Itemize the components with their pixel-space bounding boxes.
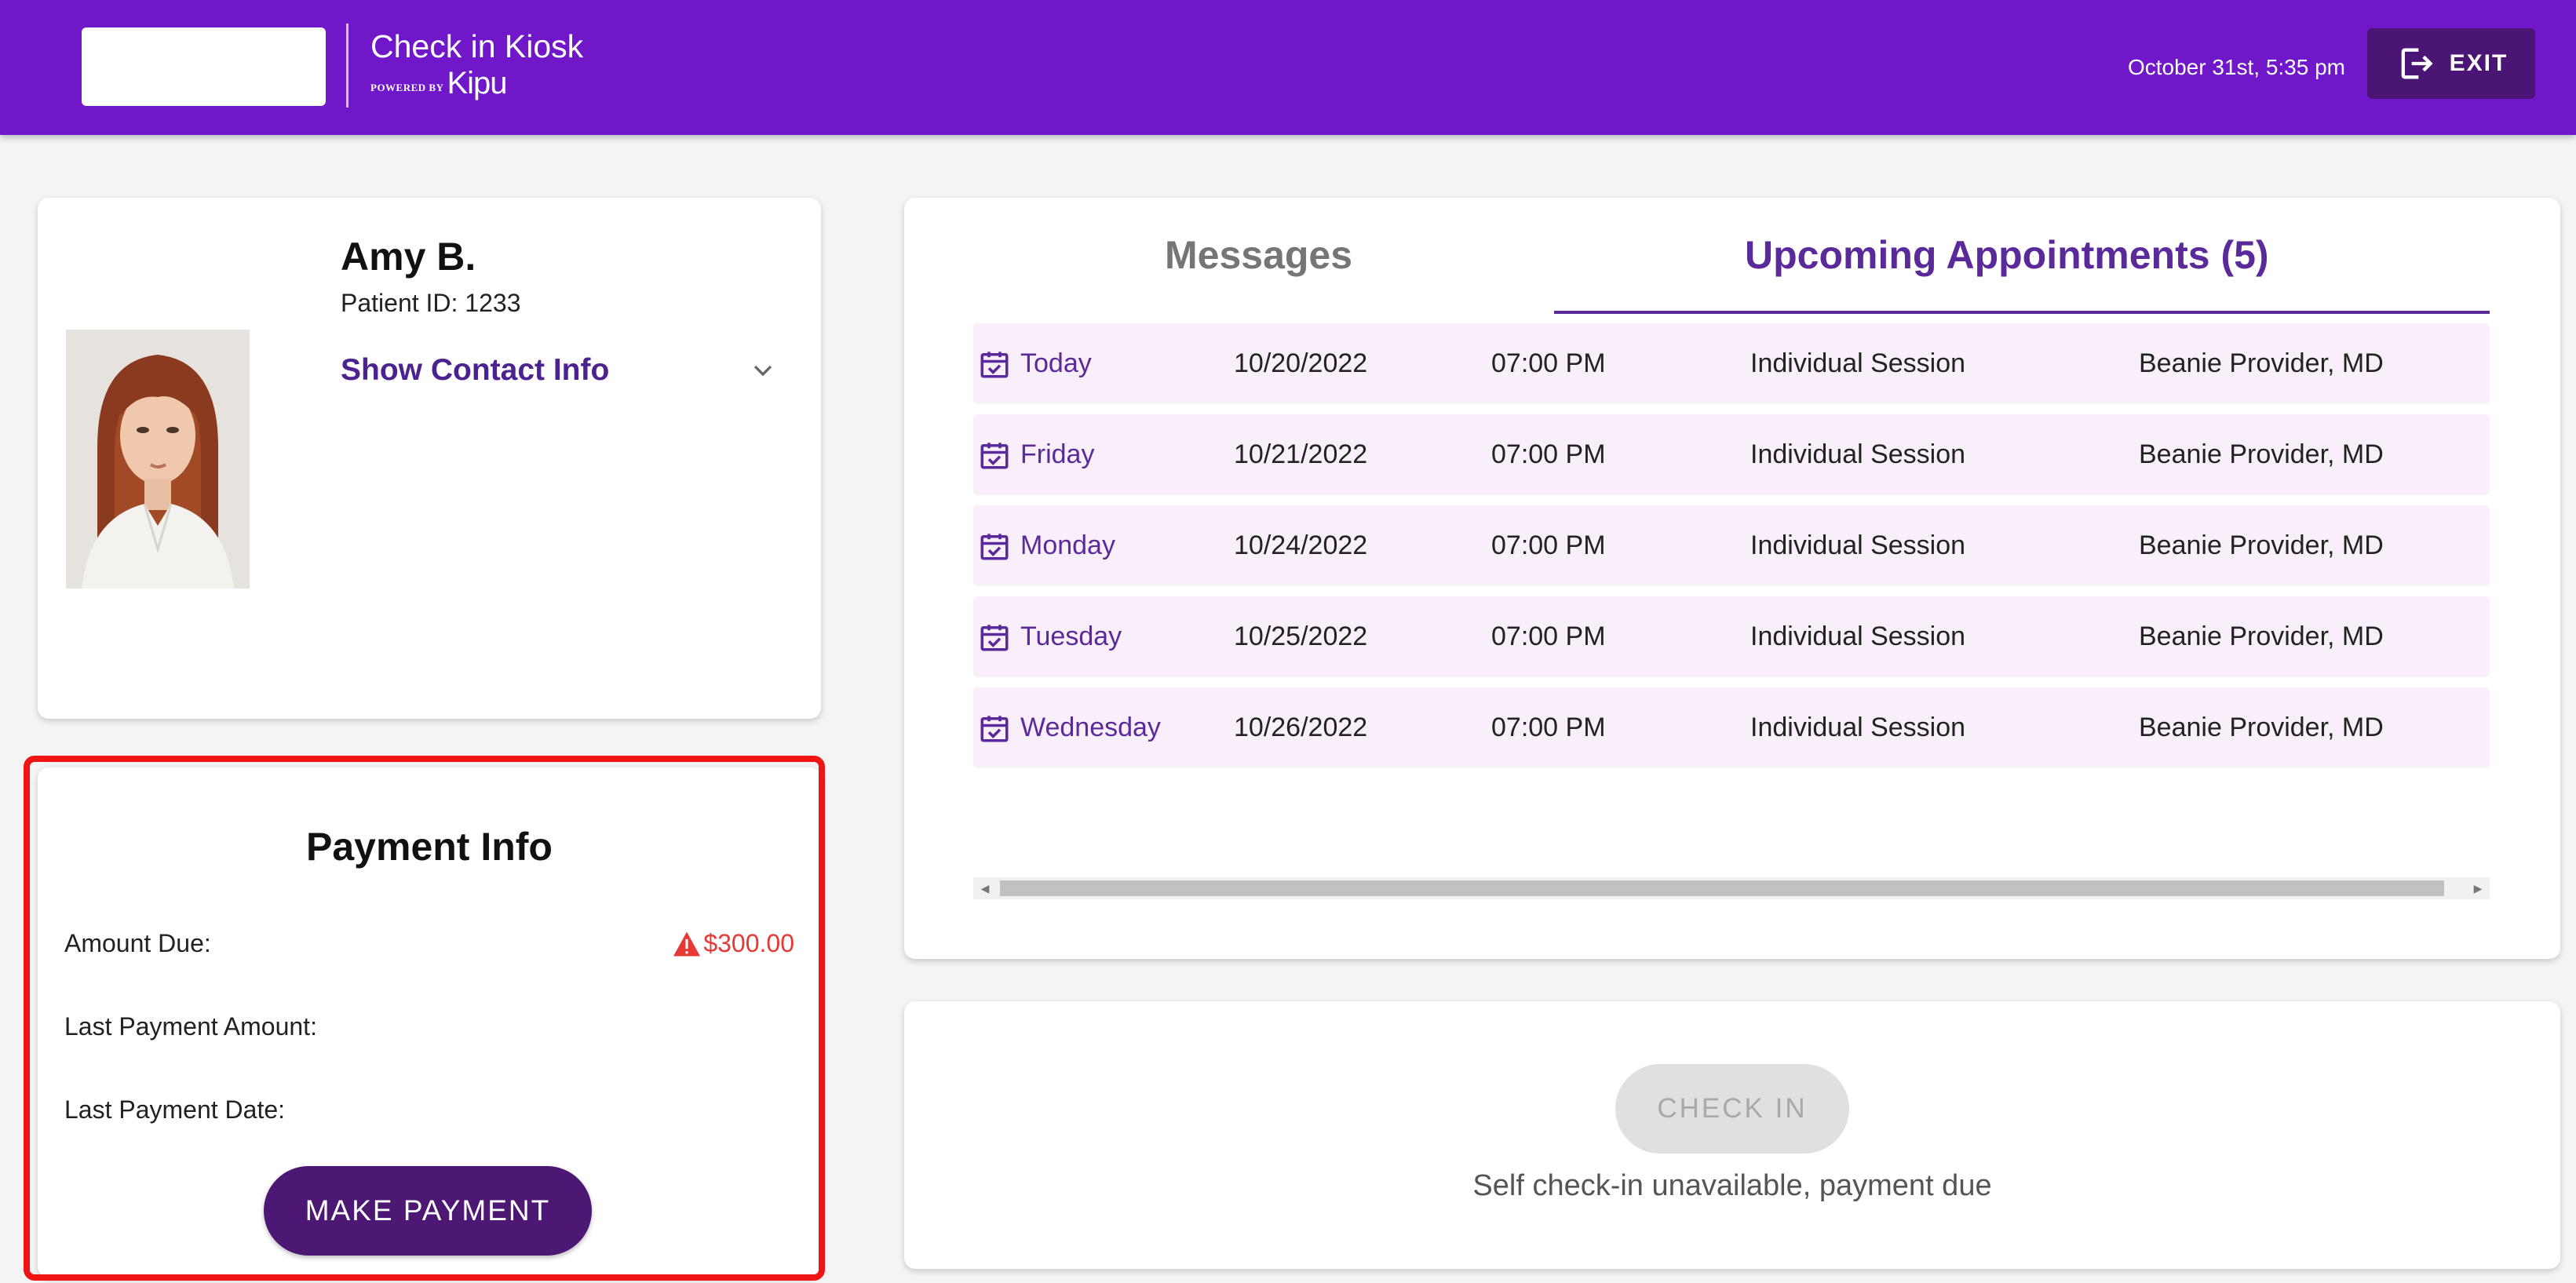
- tab-messages[interactable]: Messages: [1165, 232, 1352, 278]
- appointment-day-cell: Today: [978, 323, 1092, 404]
- header-divider: [346, 24, 348, 108]
- appointment-date: 10/25/2022: [1234, 621, 1368, 651]
- check-in-status-note: Self check-in unavailable, payment due: [1472, 1169, 1992, 1202]
- appointment-day: Wednesday: [1020, 713, 1161, 742]
- appointment-date: 10/26/2022: [1234, 713, 1368, 742]
- patient-id: Patient ID: 1233: [341, 289, 521, 317]
- appointment-day: Monday: [1020, 530, 1115, 560]
- appointment-day: Today: [1020, 348, 1092, 378]
- check-in-button[interactable]: CHECK IN: [1615, 1064, 1849, 1154]
- last-payment-date-row: Last Payment Date:: [64, 1095, 794, 1124]
- horizontal-scrollbar[interactable]: ◀ ▶: [973, 877, 2490, 899]
- last-payment-amount-label: Last Payment Amount:: [64, 1012, 317, 1041]
- appointment-type: Individual Session: [1750, 530, 1966, 560]
- make-payment-button[interactable]: MAKE PAYMENT: [264, 1166, 592, 1256]
- appointment-row[interactable]: Tuesday 10/25/2022 07:00 PM Individual S…: [973, 596, 2490, 677]
- appointment-row[interactable]: Monday 10/24/2022 07:00 PM Individual Se…: [973, 505, 2490, 586]
- appointment-day-cell: Friday: [978, 414, 1094, 495]
- appointment-date: 10/20/2022: [1234, 348, 1368, 378]
- exit-button[interactable]: EXIT: [2367, 28, 2535, 99]
- appointment-provider: Beanie Provider, MD: [2139, 713, 2384, 742]
- exit-label: EXIT: [2449, 50, 2508, 76]
- patient-name: Amy B.: [341, 235, 476, 279]
- powered-by: POWERED BY Kipu: [370, 66, 508, 101]
- appointment-day-cell: Tuesday: [978, 596, 1122, 677]
- messages-appointments-card: Messages Upcoming Appointments (5) Today…: [904, 198, 2560, 959]
- appointment-day-cell: Wednesday: [978, 687, 1161, 768]
- appointment-date: 10/21/2022: [1234, 439, 1368, 469]
- last-payment-amount-row: Last Payment Amount:: [64, 1012, 794, 1041]
- appointment-provider: Beanie Provider, MD: [2139, 348, 2384, 378]
- scroll-right-arrow-icon[interactable]: ▶: [2466, 877, 2490, 899]
- appointment-row[interactable]: Wednesday 10/26/2022 07:00 PM Individual…: [973, 687, 2490, 768]
- appointment-time: 07:00 PM: [1491, 439, 1606, 469]
- show-contact-info-toggle[interactable]: Show Contact Info: [341, 348, 780, 392]
- appointment-row[interactable]: Today 10/20/2022 07:00 PM Individual Ses…: [973, 323, 2490, 404]
- appointment-time: 07:00 PM: [1491, 348, 1606, 378]
- app-title: Check in Kiosk: [370, 28, 584, 64]
- appointment-type: Individual Session: [1750, 439, 1966, 469]
- amount-due-label: Amount Due:: [64, 929, 211, 957]
- appointment-provider: Beanie Provider, MD: [2139, 439, 2384, 469]
- appointment-row[interactable]: Friday 10/21/2022 07:00 PM Individual Se…: [973, 414, 2490, 495]
- payment-info-title: Payment Info: [306, 825, 553, 869]
- exit-icon: [2401, 48, 2433, 79]
- calendar-check-icon: [980, 715, 1009, 742]
- top-bar: Check in Kiosk POWERED BY Kipu October 3…: [0, 0, 2576, 135]
- appointment-provider: Beanie Provider, MD: [2139, 530, 2384, 560]
- calendar-check-icon: [980, 533, 1009, 559]
- amount-due-value: $300.00: [703, 929, 794, 957]
- scrollbar-thumb[interactable]: [1000, 880, 2444, 896]
- amount-due-value-wrap: $300.00: [672, 929, 794, 958]
- powered-by-brand: Kipu: [447, 66, 507, 100]
- appointment-type: Individual Session: [1750, 713, 1966, 742]
- show-contact-info-label: Show Contact Info: [341, 353, 610, 387]
- powered-by-label: POWERED BY: [370, 82, 444, 93]
- amount-due-row: Amount Due: $300.00: [64, 929, 794, 958]
- appointment-provider: Beanie Provider, MD: [2139, 621, 2384, 651]
- scroll-left-arrow-icon[interactable]: ◀: [973, 877, 997, 899]
- check-in-card: CHECK IN Self check-in unavailable, paym…: [904, 1001, 2560, 1269]
- active-tab-indicator: [1554, 311, 2490, 314]
- tab-upcoming-appointments[interactable]: Upcoming Appointments (5): [1745, 232, 2269, 278]
- payment-info-card: Payment Info Amount Due: $300.00 Last Pa…: [38, 767, 821, 1278]
- last-payment-date-label: Last Payment Date:: [64, 1095, 286, 1124]
- appointment-day: Tuesday: [1020, 621, 1122, 651]
- appointment-type: Individual Session: [1750, 348, 1966, 378]
- calendar-check-icon: [980, 624, 1009, 651]
- appointment-time: 07:00 PM: [1491, 713, 1606, 742]
- patient-profile-card: Amy B. Patient ID: 1233 Show Contact Inf…: [38, 198, 821, 719]
- appointment-type: Individual Session: [1750, 621, 1966, 651]
- appointment-time: 07:00 PM: [1491, 530, 1606, 560]
- appointment-day: Friday: [1020, 439, 1095, 469]
- appointment-day-cell: Monday: [978, 505, 1115, 586]
- patient-photo: [66, 330, 250, 589]
- current-datetime: October 31st, 5:35 pm: [2127, 55, 2345, 79]
- warning-icon: [673, 931, 701, 956]
- facility-logo: [82, 27, 326, 106]
- chevron-down-icon: [753, 365, 772, 377]
- calendar-check-icon: [980, 351, 1009, 377]
- calendar-check-icon: [980, 442, 1009, 468]
- appointment-time: 07:00 PM: [1491, 621, 1606, 651]
- appointment-date: 10/24/2022: [1234, 530, 1368, 560]
